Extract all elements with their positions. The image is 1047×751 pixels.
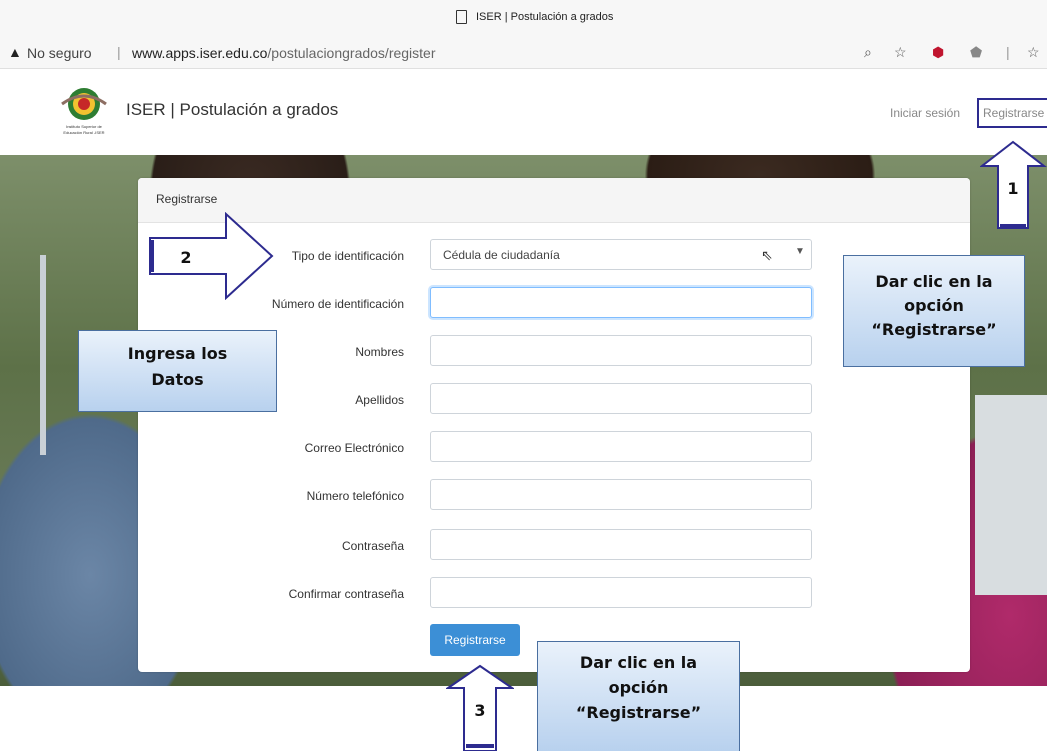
- address-bar[interactable]: ▲ No seguro | www.apps.iser.edu.co/postu…: [0, 38, 1047, 69]
- shield-extension-icon[interactable]: ⬟: [970, 44, 982, 61]
- confirm-password-input[interactable]: [430, 577, 812, 608]
- nav-register-link[interactable]: Registrarse: [977, 98, 1047, 128]
- mouse-cursor-icon: ⇖: [761, 247, 773, 263]
- chevron-down-icon: ▼: [795, 246, 805, 257]
- callout-register-top-line3: “Registrarse”: [871, 320, 997, 339]
- surnames-input[interactable]: [430, 383, 812, 414]
- step-2-number: 2: [180, 248, 191, 267]
- url-domain: www.apps.iser.edu.co: [132, 45, 268, 61]
- iser-logo[interactable]: Instituto Superior de Educación Rural -I…: [48, 82, 120, 142]
- read-aloud-icon[interactable]: ⌕: [864, 44, 872, 61]
- callout-register-top-line2: opción: [904, 296, 964, 315]
- callout-register-bottom-line2: opción: [608, 678, 669, 697]
- browser-titlebar: ISER | Postulación a grados: [0, 0, 1047, 38]
- card-title: Registrarse: [156, 192, 218, 206]
- toolbar-divider: |: [1006, 44, 1010, 60]
- callout-data-line2: Datos: [151, 370, 204, 389]
- phone-input[interactable]: [430, 479, 812, 510]
- label-phone: Número telefónico: [306, 489, 404, 503]
- site-header: Instituto Superior de Educación Rural -I…: [0, 69, 1047, 155]
- label-confirm-password: Confirmar contraseña: [288, 587, 404, 601]
- callout-data-line1: Ingresa los: [127, 344, 228, 363]
- nav-login-link[interactable]: Iniciar sesión: [890, 106, 960, 120]
- tab-title: ISER | Postulación a grados: [476, 11, 614, 23]
- step-1-arrow-up-icon: 1: [980, 140, 1047, 229]
- step-3-number: 3: [474, 701, 485, 720]
- ublock-extension-icon[interactable]: ⬢: [932, 44, 944, 61]
- step-3-arrow-up-icon: 3: [446, 664, 514, 751]
- id-type-select[interactable]: Cédula de ciudadanía ⇖ ▼: [430, 239, 812, 270]
- callout-enter-data: Ingresa los Datos: [78, 330, 277, 412]
- hero-building: [975, 395, 1047, 595]
- password-input[interactable]: [430, 529, 812, 560]
- id-type-selected-value: Cédula de ciudadanía: [443, 248, 560, 262]
- svg-text:Educación Rural -ISER: Educación Rural -ISER: [63, 130, 104, 135]
- label-password: Contraseña: [341, 539, 404, 553]
- url-text[interactable]: www.apps.iser.edu.co/postulaciongrados/r…: [132, 45, 436, 61]
- security-label[interactable]: No seguro: [27, 45, 92, 61]
- address-separator: |: [117, 44, 121, 60]
- document-icon: [456, 10, 467, 24]
- favorites-icon[interactable]: ☆: [1027, 44, 1040, 61]
- callout-register-bottom-line3: “Registrarse”: [575, 703, 702, 722]
- url-path: /postulaciongrados/register: [267, 45, 436, 61]
- callout-register-top-line1: Dar clic en la: [875, 272, 993, 291]
- names-input[interactable]: [430, 335, 812, 366]
- email-input[interactable]: [430, 431, 812, 462]
- hero-lamp-post: [40, 255, 46, 455]
- id-number-input[interactable]: [430, 287, 812, 318]
- step-1-number: 1: [1007, 179, 1018, 198]
- step-2-arrow-right-icon: 2: [149, 212, 274, 300]
- site-brand[interactable]: ISER | Postulación a grados: [126, 100, 338, 120]
- warning-icon[interactable]: ▲: [8, 44, 22, 60]
- label-email: Correo Electrónico: [304, 441, 404, 455]
- svg-text:Instituto Superior de: Instituto Superior de: [66, 124, 103, 129]
- callout-register-bottom-line1: Dar clic en la: [579, 653, 698, 672]
- favorite-add-icon[interactable]: ☆: [894, 44, 907, 61]
- callout-register-top: Dar clic en la opción “Registrarse”: [843, 255, 1025, 367]
- register-submit-button[interactable]: Registrarse: [430, 624, 520, 656]
- callout-register-bottom: Dar clic en la opción “Registrarse”: [537, 641, 740, 751]
